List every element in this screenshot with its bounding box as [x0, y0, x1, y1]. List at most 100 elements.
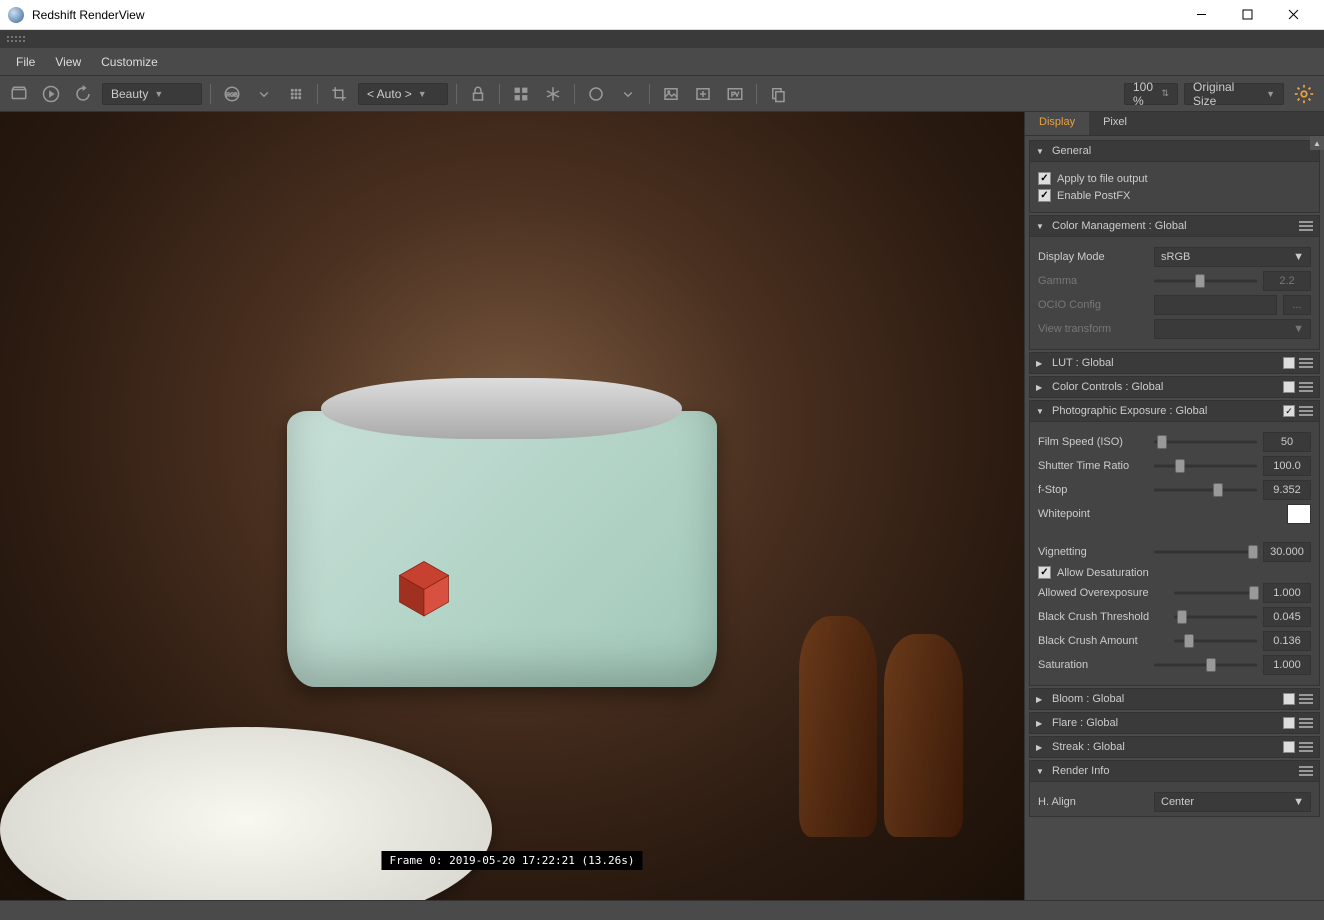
- colorctrl-enable-checkbox[interactable]: [1283, 381, 1295, 393]
- statusbar: [0, 900, 1324, 920]
- properties-panel: Display Pixel ▲ ▼General Apply to file o…: [1024, 112, 1324, 900]
- streak-enable-checkbox[interactable]: [1283, 741, 1295, 753]
- toolbar: Beauty▼ RGB < Auto >▼ PV 100 %⇅ Original…: [0, 76, 1324, 112]
- copy-icon[interactable]: [765, 81, 791, 107]
- menu-file[interactable]: File: [6, 51, 45, 73]
- section-colorctrl-header[interactable]: ▶Color Controls : Global: [1029, 376, 1320, 398]
- iso-slider[interactable]: [1154, 435, 1257, 449]
- colorctrl-menu-icon[interactable]: [1299, 382, 1313, 392]
- refresh-button[interactable]: [70, 81, 96, 107]
- maximize-button[interactable]: [1224, 0, 1270, 30]
- overexposure-value[interactable]: 1.000: [1263, 583, 1311, 603]
- titlebar: Redshift RenderView: [0, 0, 1324, 30]
- window-title: Redshift RenderView: [32, 8, 1178, 22]
- shutter-value[interactable]: 100.0: [1263, 456, 1311, 476]
- bca-label: Black Crush Amount: [1038, 635, 1168, 647]
- image-icon[interactable]: [658, 81, 684, 107]
- fstop-value[interactable]: 9.352: [1263, 480, 1311, 500]
- fstop-slider[interactable]: [1154, 483, 1257, 497]
- chevron-down-icon-2[interactable]: [615, 81, 641, 107]
- section-photo-header[interactable]: ▼Photographic Exposure : Global: [1029, 400, 1320, 422]
- svg-text:PV: PV: [731, 92, 739, 98]
- desaturation-checkbox[interactable]: [1038, 566, 1051, 579]
- vignetting-value[interactable]: 30.000: [1263, 542, 1311, 562]
- close-button[interactable]: [1270, 0, 1316, 30]
- play-button[interactable]: [38, 81, 64, 107]
- snowflake-icon[interactable]: [540, 81, 566, 107]
- ocio-input: [1154, 295, 1277, 315]
- rgb-button[interactable]: RGB: [219, 81, 245, 107]
- bct-value[interactable]: 0.045: [1263, 607, 1311, 627]
- gamma-slider[interactable]: [1154, 274, 1257, 288]
- tab-pixel[interactable]: Pixel: [1089, 112, 1141, 135]
- menu-customize[interactable]: Customize: [91, 51, 168, 73]
- shutter-label: Shutter Time Ratio: [1038, 460, 1148, 472]
- grid-icon[interactable]: [283, 81, 309, 107]
- vignetting-slider[interactable]: [1154, 545, 1257, 559]
- bca-slider[interactable]: [1174, 634, 1257, 648]
- halign-select[interactable]: Center▼: [1154, 792, 1311, 812]
- thumbnails-icon[interactable]: [508, 81, 534, 107]
- bca-value[interactable]: 0.136: [1263, 631, 1311, 651]
- crop-icon[interactable]: [326, 81, 352, 107]
- flare-menu-icon[interactable]: [1299, 718, 1313, 728]
- redshift-logo-icon: [389, 553, 459, 623]
- minimize-button[interactable]: [1178, 0, 1224, 30]
- flare-enable-checkbox[interactable]: [1283, 717, 1295, 729]
- gamma-label: Gamma: [1038, 275, 1148, 287]
- overexposure-slider[interactable]: [1174, 586, 1257, 600]
- section-bloom-header[interactable]: ▶Bloom : Global: [1029, 688, 1320, 710]
- section-flare-header[interactable]: ▶Flare : Global: [1029, 712, 1320, 734]
- region-select[interactable]: < Auto >▼: [358, 83, 448, 105]
- view-transform-label: View transform: [1038, 323, 1148, 335]
- add-snapshot-icon[interactable]: [690, 81, 716, 107]
- photo-menu-icon[interactable]: [1299, 406, 1313, 416]
- ocio-label: OCIO Config: [1038, 299, 1148, 311]
- halign-label: H. Align: [1038, 796, 1148, 808]
- svg-text:RGB: RGB: [226, 92, 238, 98]
- apply-to-file-label: Apply to file output: [1057, 173, 1148, 185]
- render-viewport[interactable]: Frame 0: 2019-05-20 17:22:21 (13.26s): [0, 112, 1024, 900]
- iso-label: Film Speed (ISO): [1038, 436, 1148, 448]
- render-image: Frame 0: 2019-05-20 17:22:21 (13.26s): [0, 112, 1024, 900]
- section-general-header[interactable]: ▼General: [1029, 140, 1320, 162]
- streak-menu-icon[interactable]: [1299, 742, 1313, 752]
- zoom-input[interactable]: 100 %⇅: [1124, 83, 1178, 105]
- iso-value[interactable]: 50: [1263, 432, 1311, 452]
- section-streak-header[interactable]: ▶Streak : Global: [1029, 736, 1320, 758]
- chevron-down-icon[interactable]: [251, 81, 277, 107]
- tab-display[interactable]: Display: [1025, 112, 1089, 135]
- aov-select[interactable]: Beauty▼: [102, 83, 202, 105]
- render-button[interactable]: [6, 81, 32, 107]
- section-lut-header[interactable]: ▶LUT : Global: [1029, 352, 1320, 374]
- section-renderinfo-header[interactable]: ▼Render Info: [1029, 760, 1320, 782]
- enable-postfx-label: Enable PostFX: [1057, 190, 1130, 202]
- menu-view[interactable]: View: [45, 51, 91, 73]
- renderinfo-menu-icon[interactable]: [1299, 766, 1313, 776]
- saturation-slider[interactable]: [1154, 658, 1257, 672]
- lut-enable-checkbox[interactable]: [1283, 357, 1295, 369]
- gamma-value: 2.2: [1263, 271, 1311, 291]
- photo-enable-checkbox[interactable]: [1283, 405, 1295, 417]
- apply-to-file-checkbox[interactable]: [1038, 172, 1051, 185]
- display-mode-select[interactable]: sRGB▼: [1154, 247, 1311, 267]
- bloom-enable-checkbox[interactable]: [1283, 693, 1295, 705]
- size-select[interactable]: Original Size▼: [1184, 83, 1284, 105]
- bloom-menu-icon[interactable]: [1299, 694, 1313, 704]
- circle-select-icon[interactable]: [583, 81, 609, 107]
- app-icon: [8, 7, 24, 23]
- shutter-slider[interactable]: [1154, 459, 1257, 473]
- saturation-value[interactable]: 1.000: [1263, 655, 1311, 675]
- lock-icon[interactable]: [465, 81, 491, 107]
- settings-gear-icon[interactable]: [1290, 80, 1318, 108]
- docking-grip[interactable]: [0, 30, 1324, 48]
- scroll-up-button[interactable]: ▲: [1310, 136, 1324, 150]
- colormgmt-menu-icon[interactable]: [1299, 221, 1313, 231]
- pv-icon[interactable]: PV: [722, 81, 748, 107]
- lut-menu-icon[interactable]: [1299, 358, 1313, 368]
- bct-slider[interactable]: [1174, 610, 1257, 624]
- whitepoint-color[interactable]: [1287, 504, 1311, 524]
- section-colormgmt-header[interactable]: ▼Color Management : Global: [1029, 215, 1320, 237]
- bct-label: Black Crush Threshold: [1038, 611, 1168, 623]
- enable-postfx-checkbox[interactable]: [1038, 189, 1051, 202]
